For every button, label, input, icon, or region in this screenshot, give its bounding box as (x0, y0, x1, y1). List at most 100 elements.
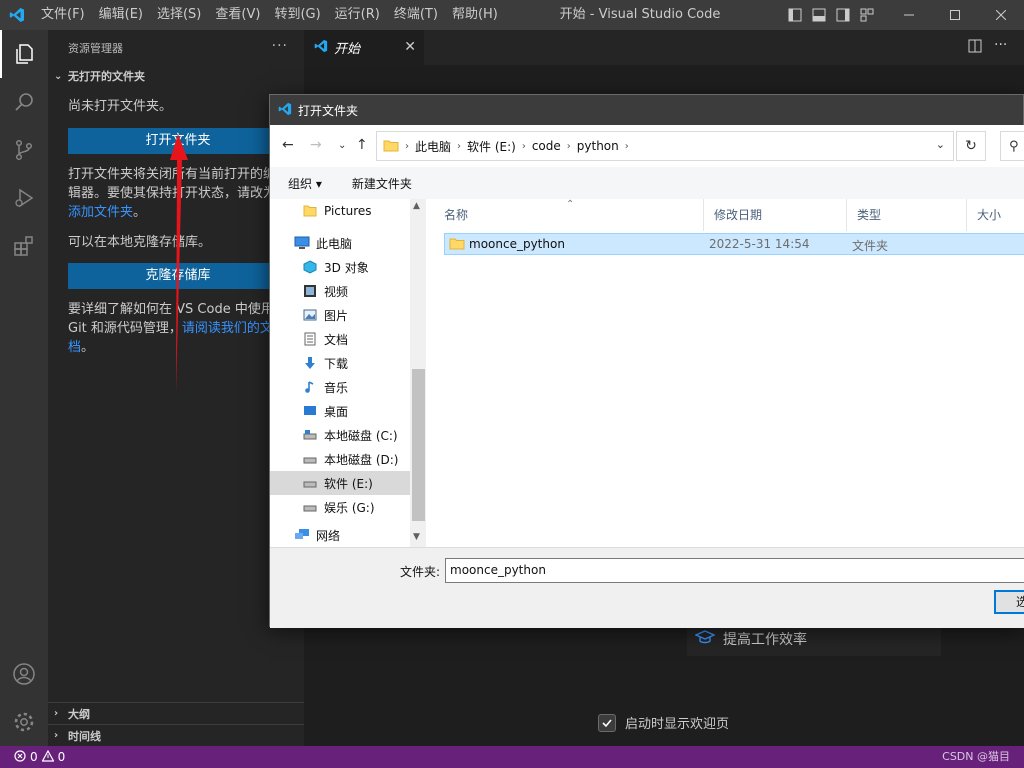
startup-label: 启动时显示欢迎页 (625, 717, 730, 732)
select-folder-button[interactable]: 选 (994, 590, 1024, 614)
toggle-secondary-sidebar-icon[interactable] (834, 6, 852, 24)
nav-item-music[interactable]: 音乐 (270, 375, 410, 399)
folder-icon (449, 236, 465, 253)
new-folder-button[interactable]: 新建文件夹 (352, 175, 412, 192)
menu-help[interactable]: 帮助(H) (445, 0, 505, 30)
menu-file[interactable]: 文件(F) (34, 0, 92, 30)
editor-tab-bar: 开始 ✕ ··· (304, 30, 1024, 65)
scroll-up-icon[interactable]: ▲ (413, 201, 420, 211)
chevron-down-icon: ⌄ (54, 70, 63, 82)
nav-item-network[interactable]: 网络 (270, 523, 410, 547)
nav-item-drive-g[interactable]: 娱乐 (G:) (270, 495, 410, 519)
extensions-icon[interactable] (0, 222, 48, 270)
recent-locations-icon[interactable]: ⌄ (338, 140, 346, 151)
toggle-primary-sidebar-icon[interactable] (786, 6, 804, 24)
column-type[interactable]: 类型 (847, 199, 967, 231)
startup-checkbox[interactable] (598, 713, 616, 732)
no-folder-section-header[interactable]: ⌄ 无打开的文件夹 (48, 65, 304, 87)
column-size[interactable]: 大小 (967, 199, 1024, 231)
file-list: 名称 ⌃ 修改日期 类型 大小 moonce_python 2022-5-31 … (434, 199, 1024, 547)
dialog-title: 打开文件夹 (298, 103, 359, 118)
network-icon (294, 527, 310, 543)
nav-item-drive-c[interactable]: 本地磁盘 (C:) (270, 423, 410, 447)
nav-item-label: 本地磁盘 (D:) (324, 452, 399, 467)
menu-run[interactable]: 运行(R) (328, 0, 387, 30)
tab-close-icon[interactable]: ✕ (404, 39, 416, 55)
computer-icon (294, 235, 310, 251)
open-folder-button[interactable]: 打开文件夹 (68, 128, 288, 154)
nav-item-pictures[interactable]: Pictures (270, 199, 410, 223)
vscode-dialog-icon (278, 102, 292, 119)
cube-icon (302, 259, 318, 275)
menu-selection[interactable]: 选择(S) (150, 0, 208, 30)
menu-terminal[interactable]: 终端(T) (387, 0, 445, 30)
problems-status[interactable]: 0 0 (14, 749, 65, 765)
search-box[interactable]: ⚲ (1000, 131, 1024, 161)
vscode-logo-icon (0, 0, 34, 30)
column-name[interactable]: 名称 ⌃ (434, 199, 704, 231)
back-arrow-icon[interactable]: ← (282, 137, 294, 153)
nav-item-this-pc[interactable]: 此电脑 (270, 231, 410, 255)
refresh-icon[interactable]: ↻ (956, 131, 986, 161)
breadcrumb-separator-icon: › (624, 140, 629, 152)
run-debug-icon[interactable] (0, 174, 48, 222)
column-date[interactable]: 修改日期 (704, 199, 847, 231)
clone-repository-button[interactable]: 克隆存储库 (68, 263, 288, 289)
menu-edit[interactable]: 编辑(E) (92, 0, 150, 30)
customize-layout-icon[interactable] (858, 6, 876, 24)
up-arrow-icon[interactable]: ↑ (356, 137, 368, 153)
address-bar[interactable]: › 此电脑 › 软件 (E:) › code › python › ⌄ (376, 131, 954, 161)
scrollbar-thumb[interactable] (412, 369, 425, 521)
editor-more-icon[interactable]: ··· (994, 37, 1007, 53)
settings-gear-icon[interactable] (0, 698, 48, 746)
menu-go[interactable]: 转到(G) (267, 0, 327, 30)
nav-item-label: 本地磁盘 (C:) (324, 428, 398, 443)
nav-item-pictures-library[interactable]: 图片 (270, 303, 410, 327)
toggle-panel-icon[interactable] (810, 6, 828, 24)
source-control-icon[interactable] (0, 126, 48, 174)
nav-item-desktop[interactable]: 桌面 (270, 399, 410, 423)
more-actions-icon[interactable]: ··· (272, 38, 288, 54)
breadcrumb-python[interactable]: python (577, 139, 619, 153)
nav-item-videos[interactable]: 视频 (270, 279, 410, 303)
add-folder-link[interactable]: 添加文件夹 (68, 205, 133, 220)
nav-item-drive-d[interactable]: 本地磁盘 (D:) (270, 447, 410, 471)
dialog-navigation-row: ← → ⌄ ↑ › 此电脑 › 软件 (E:) › code › python … (270, 125, 1024, 167)
search-icon[interactable] (0, 78, 48, 126)
outline-section-header[interactable]: › 大纲 (48, 702, 304, 724)
split-editor-icon[interactable] (968, 39, 982, 57)
nav-item-label: 音乐 (324, 380, 349, 395)
explorer-sidebar: 资源管理器 ··· ⌄ 无打开的文件夹 尚未打开文件夹。 打开文件夹 打开文件夹… (48, 30, 304, 746)
minimize-icon[interactable] (886, 0, 932, 30)
tab-welcome[interactable]: 开始 ✕ (304, 30, 424, 65)
address-dropdown-icon[interactable]: ⌄ (936, 138, 945, 151)
nav-item-drive-e[interactable]: 软件 (E:) (270, 471, 410, 495)
file-type: 文件夹 (852, 239, 889, 253)
organize-button[interactable]: 组织 ▾ (288, 175, 322, 192)
account-icon[interactable] (0, 650, 48, 698)
folder-name-input[interactable]: moonce_python (445, 558, 1024, 583)
scroll-down-icon[interactable]: ▼ (413, 532, 420, 542)
close-window-icon[interactable] (978, 0, 1024, 30)
menu-view[interactable]: 查看(V) (208, 0, 267, 30)
breadcrumb-code[interactable]: code (532, 139, 561, 153)
drive-icon (302, 499, 318, 515)
file-row[interactable]: moonce_python 2022-5-31 14:54 文件夹 (444, 233, 1024, 255)
section-title: 无打开的文件夹 (68, 70, 145, 83)
explorer-icon[interactable] (0, 30, 48, 78)
forward-arrow-icon[interactable]: → (310, 137, 322, 153)
layout-controls (786, 0, 876, 30)
sidebar-title: 资源管理器 (68, 41, 123, 55)
breadcrumb-drive-e[interactable]: 软件 (E:) (467, 138, 516, 155)
nav-item-documents[interactable]: 文档 (270, 327, 410, 351)
breadcrumb-this-pc[interactable]: 此电脑 (415, 138, 451, 155)
nav-item-3d-objects[interactable]: 3D 对象 (270, 255, 410, 279)
nav-item-label: 3D 对象 (324, 260, 369, 275)
nav-item-downloads[interactable]: 下载 (270, 351, 410, 375)
dialog-bottom-bar: 文件夹: moonce_python 选 (270, 547, 1024, 628)
activity-bar (0, 30, 48, 746)
maximize-icon[interactable] (932, 0, 978, 30)
timeline-section-header[interactable]: › 时间线 (48, 724, 304, 746)
git-info-text: 要详细了解如何在 VS Code 中使用 Git 和源代码管理，请阅读我们的文档… (68, 300, 284, 357)
navigation-scrollbar[interactable]: ▲ ▼ (410, 199, 426, 547)
